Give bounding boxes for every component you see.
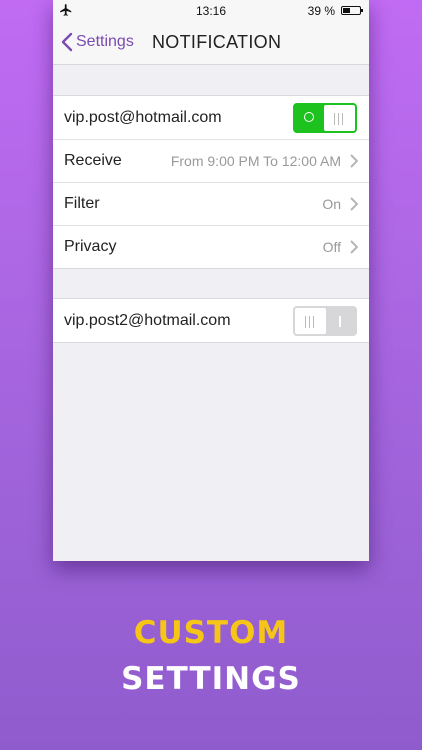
chevron-right-icon <box>350 240 358 254</box>
page-title: NOTIFICATION <box>152 32 282 52</box>
chevron-right-icon <box>350 197 358 211</box>
toggle-knob <box>295 307 326 334</box>
caption-line-1: CUSTOM <box>133 615 289 651</box>
account-row: vip.post@hotmail.com <box>53 96 369 139</box>
caption-line-2: SETTINGS <box>121 661 301 697</box>
chevron-right-icon <box>350 154 358 168</box>
privacy-value: Off <box>322 238 341 255</box>
privacy-label: Privacy <box>64 237 117 255</box>
filter-row[interactable]: Filter On <box>53 182 369 225</box>
account-toggle[interactable] <box>293 305 357 336</box>
battery-percent: 39 % <box>307 4 335 18</box>
phone-screen: 13:16 39 % Settings NOTIFICATION vip.pos… <box>53 0 369 561</box>
toggle-knob <box>324 104 355 131</box>
account-group-2: vip.post2@hotmail.com <box>53 298 369 343</box>
status-bar: 13:16 39 % <box>53 0 369 22</box>
account-email: vip.post2@hotmail.com <box>64 311 231 329</box>
receive-value: From 9:00 PM To 12:00 AM <box>170 152 341 169</box>
privacy-row[interactable]: Privacy Off <box>53 225 369 268</box>
filter-value: On <box>322 195 341 212</box>
account-email: vip.post@hotmail.com <box>64 108 222 126</box>
account-row: vip.post2@hotmail.com <box>53 299 369 342</box>
off-indicator-icon <box>339 315 341 327</box>
battery-icon <box>341 6 363 15</box>
filter-label: Filter <box>64 194 100 212</box>
back-button[interactable]: Settings <box>61 32 134 52</box>
account-toggle[interactable] <box>293 102 357 133</box>
on-indicator-icon <box>304 111 314 122</box>
navigation-bar: Settings NOTIFICATION <box>53 22 369 65</box>
receive-row[interactable]: Receive From 9:00 PM To 12:00 AM <box>53 139 369 182</box>
back-button-label: Settings <box>76 33 134 50</box>
account-group-1: vip.post@hotmail.com Receive From 9:00 P… <box>53 95 369 269</box>
receive-label: Receive <box>64 151 122 169</box>
chevron-left-icon <box>61 32 73 52</box>
